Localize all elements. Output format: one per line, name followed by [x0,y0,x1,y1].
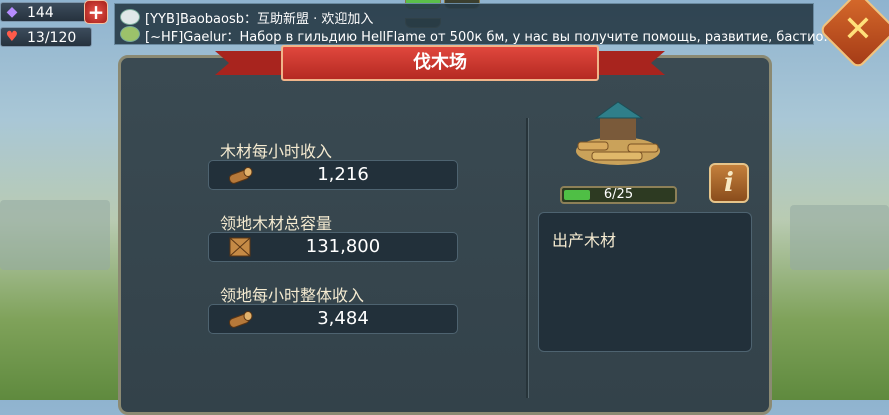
lumber-mill-image [576,101,660,165]
stat-label-hourly-wood: 木材每小时收入 [220,142,333,161]
production-box: 出产木材 [538,212,752,352]
close-icon[interactable]: ✕ [830,2,886,58]
production-title: 出产木材 [552,231,617,250]
level-text: 6/25 [603,187,634,202]
gem-count: 144 [27,5,54,21]
stat-value-total-capacity: 131,800 [208,232,458,262]
gem-counter[interactable]: ◆ 144 [0,2,92,22]
info-button[interactable]: i [709,163,749,203]
panel-divider [526,118,529,398]
guild-emblem-icon [120,26,140,42]
stat-value-total-hourly: 3,484 [208,304,458,334]
chat-bubble-icon [120,9,140,25]
stat-label-total-capacity: 领地木材总容量 [220,214,333,233]
add-gems-button[interactable]: + [84,0,108,24]
gem-icon: ◆ [6,4,18,20]
stat-value-hourly-wood: 1,216 [208,160,458,190]
chat-bar[interactable]: [YYB]Baobaosb：互助新盟 · 欢迎加入 [~HF]Gaelur：На… [114,3,836,45]
stamina-count: 13/120 [27,30,77,46]
background-ruins-right [790,205,889,270]
background-ruins-left [0,200,110,270]
stat-label-total-hourly: 领地每小时整体收入 [220,286,365,305]
heart-icon: ♥ [5,29,19,45]
level-progress-bar: 6/25 [560,186,677,204]
stamina-counter[interactable]: ♥ 13/120 [0,27,92,47]
title-ribbon: 伐木场 [215,45,665,81]
chat-message: [YYB]Baobaosb：互助新盟 · 欢迎加入 [145,12,374,27]
chat-message: [~HF]Gaelur：Набор в гильдию HellFlame от… [145,30,836,45]
panel-title: 伐木场 [413,52,467,73]
